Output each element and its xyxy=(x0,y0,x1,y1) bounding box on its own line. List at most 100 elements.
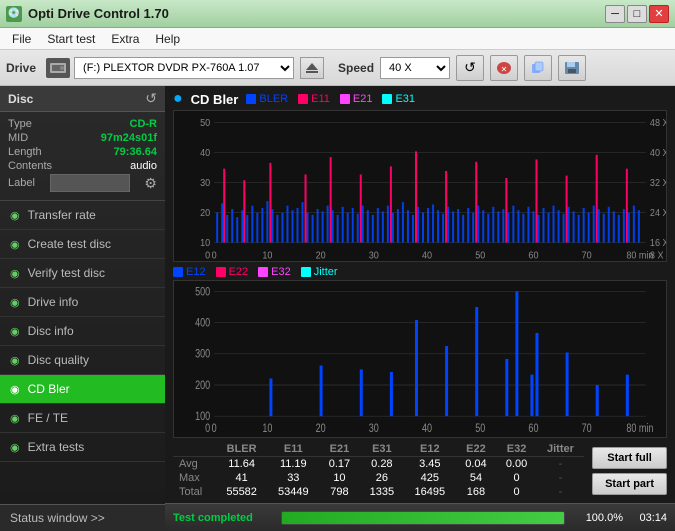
svg-text:400: 400 xyxy=(195,318,210,330)
progress-percent: 100.0% xyxy=(573,512,623,524)
label-settings-icon[interactable]: ⚙ xyxy=(144,175,157,192)
col-header-jitter: Jitter xyxy=(537,442,584,457)
svg-text:500: 500 xyxy=(195,286,210,298)
app-title: Opti Drive Control 1.70 xyxy=(28,6,169,21)
svg-text:80 min: 80 min xyxy=(626,423,653,435)
svg-text:16 X: 16 X xyxy=(650,237,667,249)
svg-text:10: 10 xyxy=(262,423,272,435)
sidebar-item-disc-info[interactable]: ◉ Disc info xyxy=(0,317,165,346)
svg-text:48 X: 48 X xyxy=(650,117,667,129)
stats-table-wrapper: BLER E11 E21 E31 E12 E22 E32 Jitter Avg xyxy=(173,442,584,499)
svg-text:100: 100 xyxy=(195,411,210,423)
svg-text:60: 60 xyxy=(528,423,538,435)
start-part-button[interactable]: Start part xyxy=(592,473,667,495)
legend-e32: E32 xyxy=(271,266,291,278)
avg-bler: 11.64 xyxy=(216,457,268,472)
svg-text:✕: ✕ xyxy=(501,65,508,74)
menu-file[interactable]: File xyxy=(4,30,39,48)
drive-icon xyxy=(46,58,70,78)
status-bar: Test completed 100.0% 03:14 xyxy=(165,503,675,531)
legend-e12: E12 xyxy=(186,266,206,278)
start-full-button[interactable]: Start full xyxy=(592,447,667,469)
svg-text:70: 70 xyxy=(582,423,592,435)
erase-button[interactable]: ✕ xyxy=(490,55,518,81)
progress-bar-fill xyxy=(282,512,564,524)
avg-e31: 0.28 xyxy=(360,457,404,472)
max-label: Max xyxy=(173,471,216,485)
max-e12: 425 xyxy=(404,471,456,485)
save-button[interactable] xyxy=(558,55,586,81)
svg-text:50: 50 xyxy=(475,250,486,262)
disc-header: Disc ↺ xyxy=(0,86,165,112)
max-e31: 26 xyxy=(360,471,404,485)
menu-bar: File Start test Extra Help xyxy=(0,28,675,50)
minimize-button[interactable]: ─ xyxy=(605,5,625,23)
disc-info-label: Disc info xyxy=(28,324,74,338)
col-header-e32: E32 xyxy=(496,442,537,457)
total-bler: 55582 xyxy=(216,485,268,499)
sidebar-item-fe-te[interactable]: ◉ FE / TE xyxy=(0,404,165,433)
cd-bler-chart-icon: ● xyxy=(173,90,183,108)
disc-refresh-icon[interactable]: ↺ xyxy=(145,90,157,107)
upper-legend: BLER E11 E21 E31 xyxy=(246,93,415,105)
svg-text:30: 30 xyxy=(200,177,211,189)
contents-value: audio xyxy=(130,160,157,172)
svg-text:10: 10 xyxy=(200,237,211,249)
svg-text:0: 0 xyxy=(212,250,218,262)
total-label: Total xyxy=(173,485,216,499)
status-window-button[interactable]: Status window >> xyxy=(0,504,165,531)
speed-select[interactable]: 40 X8 X16 X24 X32 X48 XMax xyxy=(380,57,450,79)
svg-text:30: 30 xyxy=(369,423,379,435)
copy-button[interactable] xyxy=(524,55,552,81)
menu-start-test[interactable]: Start test xyxy=(39,30,103,48)
svg-text:0: 0 xyxy=(205,423,210,435)
avg-label: Avg xyxy=(173,457,216,472)
svg-text:20: 20 xyxy=(200,207,211,219)
svg-text:40: 40 xyxy=(200,147,211,159)
total-jitter: - xyxy=(537,485,584,499)
status-window-label: Status window >> xyxy=(10,511,105,525)
cd-bler-icon: ◉ xyxy=(10,383,20,396)
svg-text:40: 40 xyxy=(422,423,432,435)
avg-e21: 0.17 xyxy=(319,457,360,472)
close-button[interactable]: ✕ xyxy=(649,5,669,23)
elapsed-time: 03:14 xyxy=(631,512,667,524)
avg-e32: 0.00 xyxy=(496,457,537,472)
svg-text:40: 40 xyxy=(422,250,433,262)
svg-text:24 X: 24 X xyxy=(650,207,667,219)
app-icon: 💿 xyxy=(6,6,22,22)
refresh-button[interactable]: ↺ xyxy=(456,55,484,81)
disc-quality-icon: ◉ xyxy=(10,354,20,367)
sidebar-item-disc-quality[interactable]: ◉ Disc quality xyxy=(0,346,165,375)
disc-info-icon: ◉ xyxy=(10,325,20,338)
drive-select[interactable]: (F:) PLEXTOR DVDR PX-760A 1.07 xyxy=(74,57,294,79)
disc-info-panel: Type CD-R MID 97m24s01f Length 79:36.64 … xyxy=(0,112,165,201)
sidebar-item-verify-test-disc[interactable]: ◉ Verify test disc xyxy=(0,259,165,288)
menu-extra[interactable]: Extra xyxy=(103,30,147,48)
disc-title: Disc xyxy=(8,92,33,106)
upper-chart-container: 50 40 30 20 10 0 48 X 40 X 32 X 24 X 16 … xyxy=(173,110,667,262)
legend-bler: BLER xyxy=(259,93,288,105)
max-e22: 54 xyxy=(456,471,497,485)
legend-e11: E11 xyxy=(311,93,330,105)
sidebar-item-drive-info[interactable]: ◉ Drive info xyxy=(0,288,165,317)
progress-bar-container xyxy=(281,511,565,525)
disc-label-input[interactable] xyxy=(50,174,130,192)
table-row-max: Max 41 33 10 26 425 54 0 - xyxy=(173,471,584,485)
total-e21: 798 xyxy=(319,485,360,499)
sidebar-item-create-test-disc[interactable]: ◉ Create test disc xyxy=(0,230,165,259)
action-buttons: Start full Start part xyxy=(584,445,667,497)
maximize-button[interactable]: □ xyxy=(627,5,647,23)
disc-label-label: Label xyxy=(8,177,35,189)
sidebar-item-extra-tests[interactable]: ◉ Extra tests xyxy=(0,433,165,462)
disc-quality-label: Disc quality xyxy=(28,353,89,367)
sidebar-item-transfer-rate[interactable]: ◉ Transfer rate xyxy=(0,201,165,230)
menu-help[interactable]: Help xyxy=(147,30,188,48)
sidebar-item-cd-bler[interactable]: ◉ CD Bler xyxy=(0,375,165,404)
col-header-e21: E21 xyxy=(319,442,360,457)
type-value: CD-R xyxy=(130,118,158,130)
eject-button[interactable] xyxy=(300,57,324,79)
legend-e22: E22 xyxy=(229,266,249,278)
svg-text:20: 20 xyxy=(316,423,326,435)
chart-title: CD Bler xyxy=(191,92,239,107)
